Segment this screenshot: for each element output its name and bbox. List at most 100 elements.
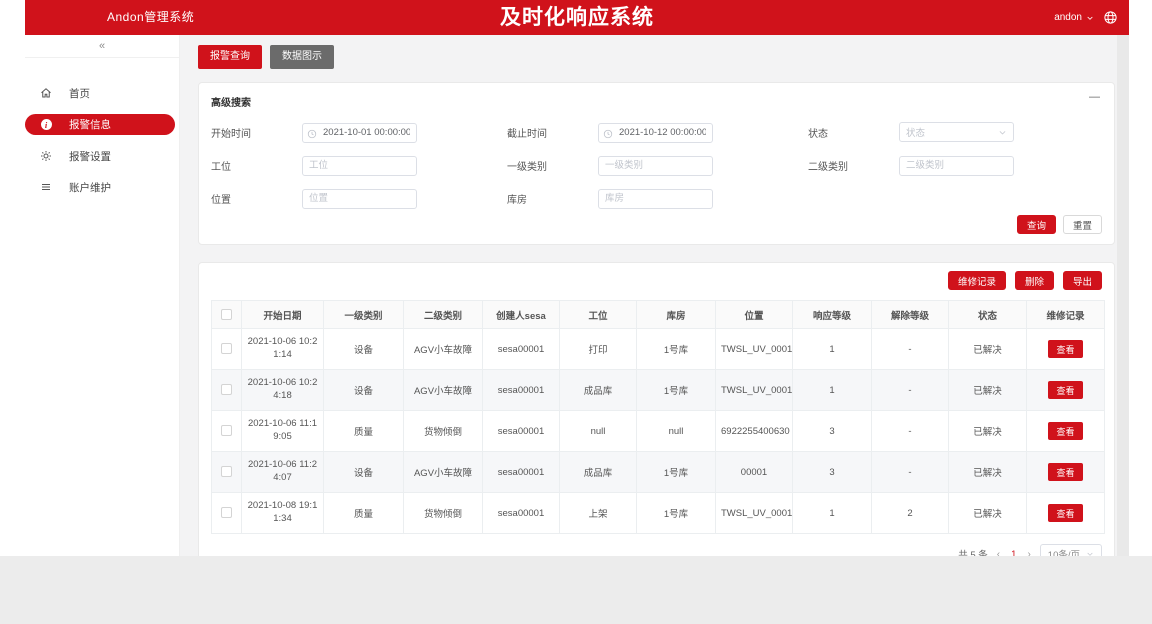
field-label: 库房 (507, 191, 598, 206)
table-row: 2021-10-06 11:24:07 设备 AGV小车故障 sesa00001… (212, 452, 1105, 493)
cell-category1: 设备 (324, 452, 404, 493)
export-button[interactable]: 导出 (1063, 271, 1102, 290)
page-size-select[interactable]: 10条/页 (1040, 544, 1102, 556)
col-release-level: 解除等级 (872, 301, 949, 329)
category2-input[interactable] (899, 156, 1014, 176)
field-position: 位置 (211, 188, 507, 208)
screen: Andon管理系统 及时化响应系统 andon (0, 0, 1152, 624)
row-select-cell (212, 370, 242, 411)
table-actions: 维修记录 删除 导出 (211, 271, 1102, 290)
cell-release-level: - (872, 329, 949, 370)
cell-station: 打印 (560, 329, 637, 370)
cell-response-level: 3 (793, 411, 872, 452)
col-creator: 创建人sesa (483, 301, 560, 329)
station-input[interactable] (302, 156, 417, 176)
cell-release-level: - (872, 370, 949, 411)
row-checkbox[interactable] (221, 425, 232, 436)
cell-response-level: 3 (793, 452, 872, 493)
sidebar-item-alarm-settings[interactable]: 报警设置 (25, 146, 179, 166)
user-name: andon (1054, 12, 1082, 23)
col-repair-record: 维修记录 (1027, 301, 1105, 329)
tab-data-chart[interactable]: 数据图示 (270, 45, 334, 69)
cell-creator: sesa00001 (483, 329, 560, 370)
status-select-placeholder: 状态 (906, 125, 925, 139)
reset-button[interactable]: 重置 (1063, 215, 1102, 234)
warehouse-input[interactable] (598, 189, 713, 209)
cell-warehouse: 1号库 (637, 452, 716, 493)
view-button[interactable]: 查看 (1048, 422, 1083, 440)
tab-bar: 报警查询 数据图示 (198, 45, 1115, 69)
search-button[interactable]: 查询 (1017, 215, 1056, 234)
delete-button[interactable]: 删除 (1015, 271, 1054, 290)
row-checkbox[interactable] (221, 384, 232, 395)
cell-creator: sesa00001 (483, 411, 560, 452)
cell-warehouse: null (637, 411, 716, 452)
cell-category1: 设备 (324, 370, 404, 411)
view-button[interactable]: 查看 (1048, 463, 1083, 481)
repair-records-button[interactable]: 维修记录 (948, 271, 1006, 290)
status-select[interactable]: 状态 (899, 122, 1014, 142)
pagination-prev-icon[interactable]: ‹ (997, 549, 1000, 557)
view-button[interactable]: 查看 (1048, 504, 1083, 522)
col-response-level: 响应等级 (793, 301, 872, 329)
pagination-current-page[interactable]: 1 (1009, 549, 1018, 557)
cell-repair-record: 查看 (1027, 411, 1105, 452)
page-size-value: 10条/页 (1048, 547, 1080, 556)
cell-position: 00001 (716, 452, 793, 493)
sidebar-collapse-button[interactable]: « (25, 35, 179, 58)
cell-category2: 货物倾倒 (404, 493, 483, 534)
alarm-table-panel: 维修记录 删除 导出 开始日期 (198, 262, 1115, 556)
cell-start-date: 2021-10-06 10:21:14 (242, 329, 324, 370)
scrollbar[interactable] (1117, 35, 1129, 556)
table-header: 开始日期 一级类别 二级类别 创建人sesa 工位 库房 位置 响应等级 解除等… (212, 301, 1105, 329)
row-checkbox[interactable] (221, 466, 232, 477)
cell-start-date: 2021-10-06 11:24:07 (242, 452, 324, 493)
select-all-checkbox[interactable] (221, 309, 232, 320)
pagination-next-icon[interactable]: › (1027, 549, 1030, 557)
gear-icon (40, 150, 52, 162)
sidebar-menu: 首页 i 报警信息 报警设置 (25, 58, 179, 197)
row-checkbox[interactable] (221, 507, 232, 518)
start-time-input[interactable] (302, 123, 417, 143)
category1-input[interactable] (598, 156, 713, 176)
col-station: 工位 (560, 301, 637, 329)
view-button[interactable]: 查看 (1048, 340, 1083, 358)
tab-alarm-query[interactable]: 报警查询 (198, 45, 262, 69)
cell-category2: 货物倾倒 (404, 411, 483, 452)
col-warehouse: 库房 (637, 301, 716, 329)
end-time-input[interactable] (598, 123, 713, 143)
language-globe-icon[interactable] (1103, 10, 1118, 25)
cell-position: TWSL_UV_0001 (716, 370, 793, 411)
cell-category2: AGV小车故障 (404, 452, 483, 493)
page-title: 及时化响应系统 (25, 0, 1129, 35)
cell-status: 已解决 (949, 493, 1027, 534)
sidebar-item-label: 报警设置 (69, 149, 111, 164)
cell-start-date: 2021-10-08 19:11:34 (242, 493, 324, 534)
field-category2: 二级类别 (808, 155, 1104, 175)
advanced-search-title: 高级搜索 (211, 94, 1102, 109)
sidebar-item-label: 账户维护 (69, 180, 111, 195)
panel-collapse-icon[interactable]: — (1089, 91, 1100, 103)
cell-station: 成品库 (560, 370, 637, 411)
chevron-down-icon (998, 128, 1007, 137)
view-button[interactable]: 查看 (1048, 381, 1083, 399)
field-start-time: 开始时间 (211, 122, 507, 142)
position-input[interactable] (302, 189, 417, 209)
sidebar-item-alarm-info[interactable]: i 报警信息 (25, 114, 175, 135)
field-warehouse: 库房 (507, 188, 808, 208)
cell-position: TWSL_UV_0001 (716, 329, 793, 370)
cell-status: 已解决 (949, 452, 1027, 493)
chevron-down-icon (1086, 14, 1094, 22)
row-checkbox[interactable] (221, 343, 232, 354)
sidebar-item-account-maintenance[interactable]: 账户维护 (25, 177, 179, 197)
cell-status: 已解决 (949, 370, 1027, 411)
alarm-table: 开始日期 一级类别 二级类别 创建人sesa 工位 库房 位置 响应等级 解除等… (211, 300, 1105, 534)
cell-repair-record: 查看 (1027, 329, 1105, 370)
user-dropdown[interactable]: andon (1054, 12, 1094, 23)
advanced-search-panel: 高级搜索 — 开始时间 (198, 82, 1115, 245)
cell-start-date: 2021-10-06 10:24:18 (242, 370, 324, 411)
sidebar-item-home[interactable]: 首页 (25, 83, 179, 103)
cell-position: TWSL_UV_0001 (716, 493, 793, 534)
col-category2: 二级类别 (404, 301, 483, 329)
field-label: 工位 (211, 158, 302, 173)
